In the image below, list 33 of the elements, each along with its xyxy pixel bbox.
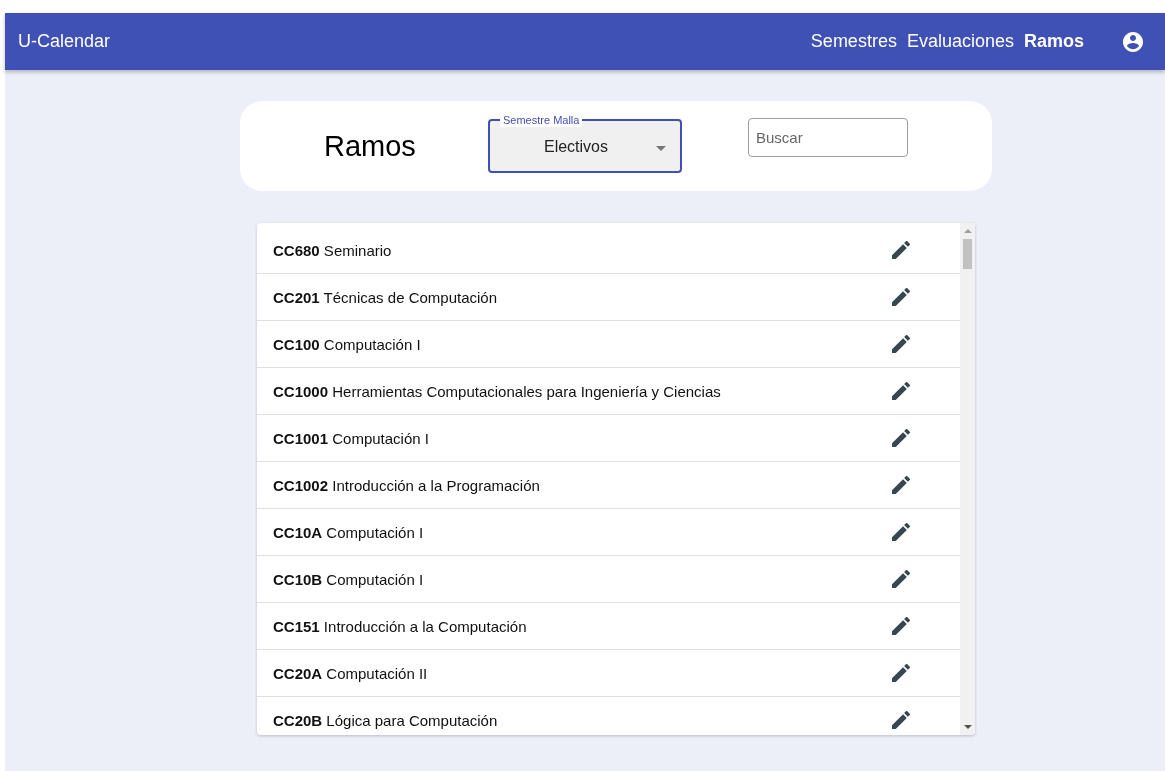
course-name[interactable]: CC201 Técnicas de Computación xyxy=(273,288,498,306)
scroll-thumb[interactable] xyxy=(963,239,972,269)
course-name[interactable]: CC20B Lógica para Computación xyxy=(273,711,498,729)
course-name[interactable]: CC680 Seminario xyxy=(273,241,392,259)
course-name[interactable]: CC1000 Herramientas Computacionales para Ingeniería y Ciencias xyxy=(273,382,721,400)
page-title: Ramos xyxy=(324,129,417,163)
edit-icon[interactable] xyxy=(892,523,910,541)
course-name[interactable]: CC20A Computación II xyxy=(273,664,428,682)
edit-icon[interactable] xyxy=(892,617,910,635)
account-icon[interactable] xyxy=(1121,29,1145,54)
course-name[interactable]: CC100 Computación I xyxy=(273,335,421,353)
edit-icon[interactable] xyxy=(892,241,910,259)
scrollbar[interactable] xyxy=(960,223,975,735)
course-name[interactable]: CC151 Introducción a la Computación xyxy=(273,617,527,635)
edit-icon[interactable] xyxy=(892,288,910,306)
course-name[interactable]: CC10B Computación I xyxy=(273,570,424,588)
nav-link[interactable]: Evaluaciones xyxy=(906,31,1014,52)
nav-link[interactable]: Semestres xyxy=(810,31,897,52)
caret-icon xyxy=(656,146,666,151)
edit-icon[interactable] xyxy=(892,664,910,682)
edit-icon[interactable] xyxy=(892,335,910,353)
edit-icon[interactable] xyxy=(892,429,910,447)
app-title[interactable]: U-Calendar xyxy=(18,31,111,52)
edit-icon[interactable] xyxy=(892,570,910,588)
nav-link[interactable]: Ramos xyxy=(1023,31,1084,52)
edit-icon[interactable] xyxy=(892,476,910,494)
edit-icon[interactable] xyxy=(892,382,910,400)
course-name[interactable]: CC1001 Computación I xyxy=(273,429,429,447)
edit-icon[interactable] xyxy=(892,711,910,729)
course-name[interactable]: CC1002 Introducción a la Programación xyxy=(273,476,540,494)
scroll-down-icon[interactable] xyxy=(963,725,972,729)
course-name[interactable]: CC10A Computación I xyxy=(273,523,424,541)
search-field[interactable]: Buscar xyxy=(748,117,908,157)
